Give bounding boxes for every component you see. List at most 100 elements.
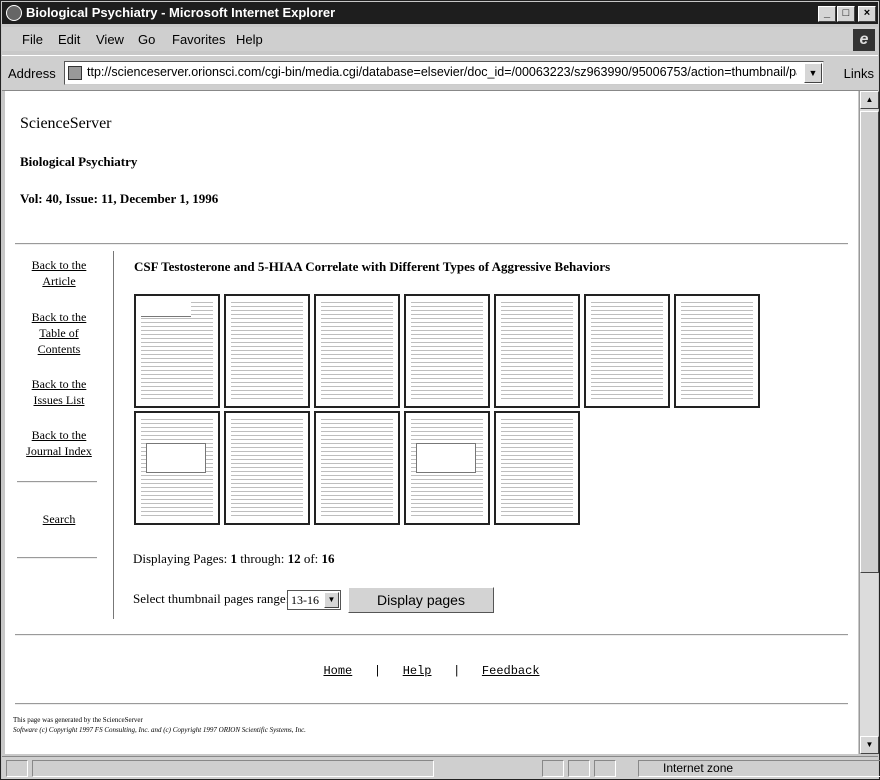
- links-button[interactable]: Links: [844, 66, 874, 81]
- link-line: Back to the: [31, 377, 87, 391]
- page-thumbnail-11[interactable]: [404, 411, 490, 525]
- help-link[interactable]: Help: [403, 664, 432, 678]
- back-to-issues-link[interactable]: Back to the Issues List: [13, 376, 105, 408]
- divider: [15, 634, 848, 636]
- page-range-value: 13-16: [291, 593, 319, 607]
- link-line: Issues List: [33, 393, 85, 407]
- thumbnail-heading: [141, 302, 191, 317]
- home-link[interactable]: Home: [323, 664, 352, 678]
- menu-edit[interactable]: Edit: [58, 32, 80, 47]
- thumbnail-text: [231, 302, 303, 400]
- address-label: Address: [8, 66, 56, 81]
- page-thumbnail-12[interactable]: [494, 411, 580, 525]
- credits-line-2: Software (c) Copyright 1997 FS Consultin…: [13, 726, 306, 734]
- status-cell: [568, 760, 590, 777]
- thumbnail-text: [231, 419, 303, 517]
- chevron-down-icon[interactable]: ▼: [324, 592, 339, 608]
- search-link[interactable]: Search: [13, 511, 105, 527]
- of-label: of:: [303, 551, 319, 566]
- menu-view[interactable]: View: [96, 32, 124, 47]
- thumbnail-text: [321, 302, 393, 400]
- article-title: CSF Testosterone and 5-HIAA Correlate wi…: [134, 259, 611, 274]
- browser-window: Biological Psychiatry - Microsoft Intern…: [0, 0, 880, 780]
- display-pages-button[interactable]: Display pages: [348, 587, 494, 613]
- zone-label: Internet zone: [663, 761, 734, 775]
- page-thumbnail-9[interactable]: [224, 411, 310, 525]
- window-title: Biological Psychiatry - Microsoft Intern…: [26, 5, 336, 20]
- divider: [15, 243, 848, 245]
- status-text: [32, 760, 434, 777]
- thumbnail-text: [501, 419, 573, 517]
- footer-links: Home | Help | Feedback: [5, 664, 858, 678]
- page-icon: [68, 66, 82, 80]
- menu-bar: File Edit View Go Favorites Help: [2, 27, 878, 51]
- minimize-button[interactable]: _: [818, 6, 836, 22]
- site-name: ScienceServer: [20, 115, 112, 132]
- thumbnail-text: [681, 302, 753, 400]
- status-cell: [594, 760, 616, 777]
- app-icon: [6, 5, 22, 21]
- link-line: Back to the: [31, 428, 87, 442]
- page-thumbnail-2[interactable]: [224, 294, 310, 408]
- thumbnail-text: [501, 302, 573, 400]
- back-to-toc-link[interactable]: Back to the Table of Contents: [13, 309, 105, 357]
- link-line: Journal Index: [26, 444, 92, 458]
- page-thumbnail-6[interactable]: [584, 294, 670, 408]
- page-end: 12: [287, 551, 301, 566]
- close-button[interactable]: ×: [858, 6, 876, 22]
- page-thumbnail-7[interactable]: [674, 294, 760, 408]
- page-thumbnail-3[interactable]: [314, 294, 400, 408]
- menu-go[interactable]: Go: [138, 32, 155, 47]
- page-range-select[interactable]: 13-16 ▼: [287, 590, 341, 610]
- through-label: through:: [240, 551, 285, 566]
- page-thumbnail-5[interactable]: [494, 294, 580, 408]
- range-label: Select thumbnail pages range:: [133, 591, 290, 606]
- scroll-down-button[interactable]: ▼: [860, 736, 879, 754]
- thumbnail-figure: [416, 443, 476, 473]
- credits: This page was generated by the ScienceSe…: [13, 715, 306, 735]
- status-icon: [6, 760, 28, 777]
- link-line: Back to the: [31, 310, 87, 324]
- link-line: Table of: [39, 326, 79, 340]
- page-thumbnail-8[interactable]: [134, 411, 220, 525]
- address-dropdown-button[interactable]: ▼: [804, 63, 822, 83]
- ie-logo-icon: e: [853, 29, 875, 51]
- menu-help[interactable]: Help: [236, 32, 263, 47]
- thumbnail-text: [411, 302, 483, 400]
- address-input[interactable]: ttp://scienceserver.orionsci.com/cgi-bin…: [64, 61, 824, 85]
- issue-info: Vol: 40, Issue: 11, December 1, 1996: [20, 191, 219, 206]
- page-thumbnail-4[interactable]: [404, 294, 490, 408]
- page-total: 16: [321, 551, 335, 566]
- thumbnail-text: [321, 419, 393, 517]
- maximize-button[interactable]: □: [837, 6, 855, 22]
- link-line: Contents: [37, 342, 81, 356]
- feedback-link[interactable]: Feedback: [482, 664, 540, 678]
- vertical-scrollbar[interactable]: ▲ ▼: [859, 91, 879, 754]
- scroll-up-button[interactable]: ▲: [860, 91, 879, 109]
- menu-file[interactable]: File: [22, 32, 43, 47]
- sidebar-nav: Back to the Article Back to the Table of…: [5, 249, 113, 619]
- sidebar-divider: [17, 481, 97, 483]
- link-line: Back to the: [31, 258, 87, 272]
- displaying-label: Displaying Pages:: [133, 551, 228, 566]
- divider: [15, 703, 848, 705]
- sidebar-divider: [17, 557, 97, 559]
- status-cell: [542, 760, 564, 777]
- page-content: ScienceServer Biological Psychiatry Vol:…: [5, 91, 858, 754]
- link-line: Article: [42, 274, 76, 288]
- displaying-pages-info: Displaying Pages: 1 through: 12 of: 16: [133, 551, 335, 567]
- page-thumbnail-1[interactable]: [134, 294, 220, 408]
- separator: |: [453, 664, 461, 678]
- back-to-article-link[interactable]: Back to the Article: [13, 257, 105, 289]
- sidebar-rule: [113, 251, 114, 619]
- scroll-thumb[interactable]: [860, 111, 879, 573]
- menu-favorites[interactable]: Favorites: [172, 32, 225, 47]
- journal-title: Biological Psychiatry: [20, 154, 138, 169]
- page-start: 1: [230, 551, 238, 566]
- page-thumbnail-10[interactable]: [314, 411, 400, 525]
- title-bar: Biological Psychiatry - Microsoft Intern…: [2, 2, 878, 24]
- thumbnail-figure: [146, 443, 206, 473]
- back-to-journal-index-link[interactable]: Back to the Journal Index: [13, 427, 105, 459]
- address-url: ttp://scienceserver.orionsci.com/cgi-bin…: [87, 65, 797, 79]
- credits-line-1: This page was generated by the ScienceSe…: [13, 716, 143, 724]
